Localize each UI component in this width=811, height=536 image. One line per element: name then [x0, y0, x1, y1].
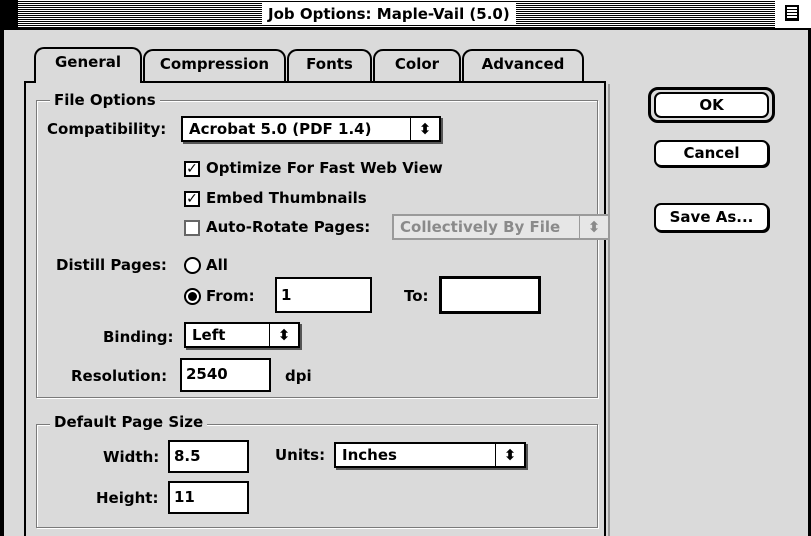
popup-arrows-icon: ⬍	[269, 324, 298, 346]
to-page-input[interactable]	[439, 276, 541, 314]
auto-rotate-checkbox[interactable]	[184, 220, 200, 236]
check-icon: ✓	[186, 161, 198, 177]
file-options-legend: File Options	[50, 91, 160, 109]
save-as-button[interactable]: Save As...	[654, 203, 769, 232]
distill-all-radio[interactable]	[184, 257, 201, 274]
height-input[interactable]: 11	[168, 481, 249, 514]
distill-from-radio[interactable]	[184, 288, 201, 305]
ok-button[interactable]: OK	[654, 92, 769, 118]
title-bar-right-cap	[775, 0, 811, 28]
embed-thumbnails-label: Embed Thumbnails	[206, 189, 367, 207]
units-label: Units:	[275, 446, 326, 464]
binding-label: Binding:	[103, 328, 174, 346]
binding-popup[interactable]: Left ⬍	[184, 322, 300, 348]
width-label: Width:	[103, 448, 160, 466]
auto-rotate-label: Auto-Rotate Pages:	[206, 218, 371, 236]
resolution-unit: dpi	[285, 367, 312, 385]
optimize-label: Optimize For Fast Web View	[206, 159, 443, 177]
check-icon: ✓	[186, 191, 198, 207]
tab-fonts-label: Fonts	[306, 55, 353, 73]
tab-color-label: Color	[394, 55, 440, 73]
from-page-input[interactable]: 1	[275, 277, 372, 313]
tab-compression[interactable]: Compression	[143, 49, 286, 81]
popup-arrows-icon: ⬍	[579, 216, 608, 238]
tab-advanced-label: Advanced	[481, 55, 565, 73]
width-input[interactable]: 8.5	[168, 440, 249, 473]
height-label: Height:	[96, 489, 159, 507]
cancel-button[interactable]: Cancel	[654, 140, 769, 167]
job-options-dialog: Job Options: Maple-Vail (5.0) General Co…	[0, 0, 811, 536]
tab-general[interactable]: General	[34, 47, 142, 83]
tab-compression-label: Compression	[159, 55, 270, 73]
compatibility-popup[interactable]: Acrobat 5.0 (PDF 1.4) ⬍	[181, 116, 441, 142]
from-label: From:	[206, 287, 255, 305]
units-value: Inches	[342, 446, 397, 464]
tab-general-label: General	[55, 53, 121, 71]
popup-arrows-icon: ⬍	[495, 444, 524, 466]
distill-pages-label: Distill Pages:	[56, 256, 167, 274]
page-size-legend: Default Page Size	[50, 413, 208, 431]
title-bar-left-cap	[0, 0, 18, 28]
window-edge-left	[0, 30, 4, 536]
tab-fonts[interactable]: Fonts	[287, 49, 372, 81]
window-title: Job Options: Maple-Vail (5.0)	[262, 3, 516, 25]
optimize-checkbox[interactable]: ✓	[184, 161, 200, 177]
page-size-group	[36, 424, 598, 528]
tab-advanced[interactable]: Advanced	[462, 49, 584, 81]
units-popup[interactable]: Inches ⬍	[334, 442, 526, 468]
popup-arrows-icon: ⬍	[410, 118, 439, 140]
binding-value: Left	[192, 326, 226, 344]
resolution-label: Resolution:	[71, 367, 168, 385]
title-bar[interactable]: Job Options: Maple-Vail (5.0)	[0, 0, 811, 30]
to-label: To:	[404, 287, 429, 305]
auto-rotate-value: Collectively By File	[400, 218, 561, 236]
auto-rotate-popup[interactable]: Collectively By File ⬍	[392, 214, 610, 240]
embed-thumbnails-checkbox[interactable]: ✓	[184, 191, 200, 207]
file-options-group	[36, 100, 598, 398]
panel-shadow	[608, 84, 610, 536]
collapse-box-icon[interactable]	[785, 5, 799, 21]
resolution-input[interactable]: 2540	[180, 358, 271, 392]
tab-color[interactable]: Color	[373, 49, 461, 81]
distill-all-label: All	[206, 256, 228, 274]
compatibility-value: Acrobat 5.0 (PDF 1.4)	[189, 120, 372, 138]
compatibility-label: Compatibility:	[47, 120, 167, 138]
